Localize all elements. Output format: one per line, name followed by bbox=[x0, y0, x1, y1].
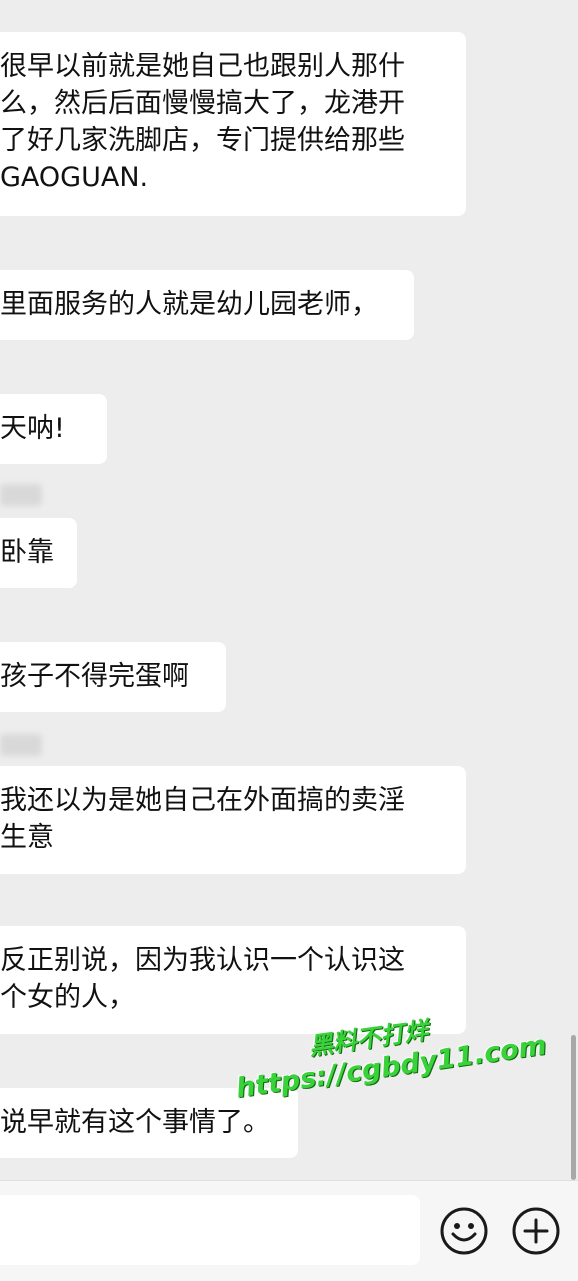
chat-input-bar bbox=[0, 1180, 578, 1281]
smiley-face-icon[interactable] bbox=[438, 1205, 490, 1257]
message-bubble[interactable]: 卧靠 bbox=[0, 518, 77, 588]
message-bubble[interactable]: 天呐! bbox=[0, 394, 107, 464]
message-input[interactable] bbox=[0, 1195, 420, 1265]
message-bubble[interactable]: 很早以前就是她自己也跟别人那什 么，然后后面慢慢搞大了，龙港开 了好几家洗脚店，… bbox=[0, 32, 466, 216]
plus-circle-icon[interactable] bbox=[510, 1205, 562, 1257]
blurred-sender-name bbox=[0, 484, 42, 506]
chat-message-list[interactable]: 很早以前就是她自己也跟别人那什 么，然后后面慢慢搞大了，龙港开 了好几家洗脚店，… bbox=[0, 0, 578, 1180]
scrollbar[interactable] bbox=[571, 1035, 576, 1180]
message-bubble[interactable]: 里面服务的人就是幼儿园老师， bbox=[0, 270, 414, 340]
blurred-sender-name bbox=[0, 734, 42, 756]
message-bubble[interactable]: 我还以为是她自己在外面搞的卖淫 生意 bbox=[0, 766, 466, 874]
message-bubble[interactable]: 孩子不得完蛋啊 bbox=[0, 642, 226, 712]
